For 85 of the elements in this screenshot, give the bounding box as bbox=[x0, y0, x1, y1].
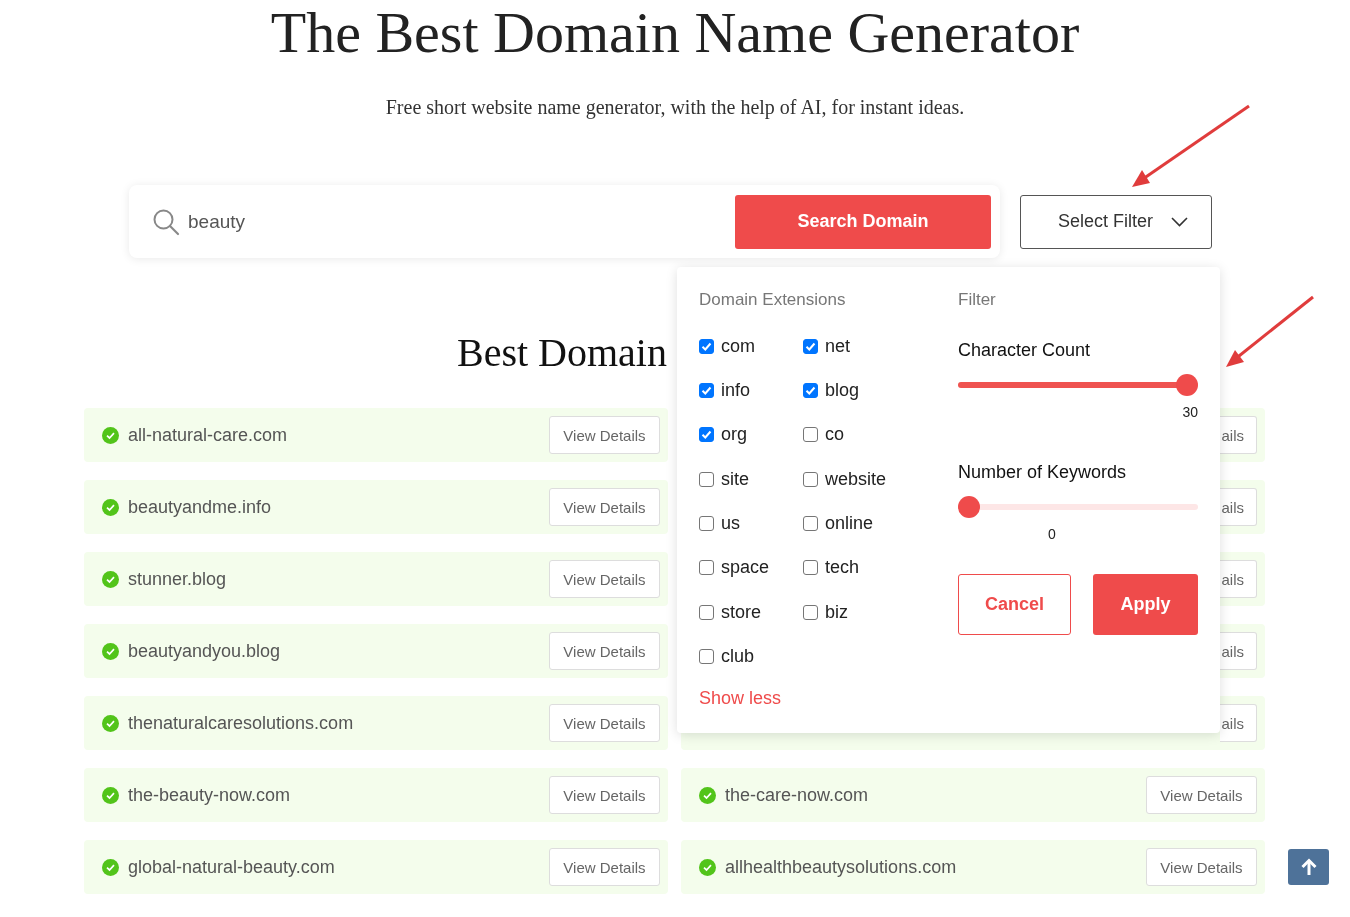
search-icon bbox=[152, 207, 180, 236]
checkbox[interactable] bbox=[803, 516, 818, 532]
page-subtitle: Free short website name generator, with the help of AI, for instant ideas. bbox=[384, 95, 966, 119]
extension-label: net bbox=[825, 335, 851, 357]
checkbox[interactable] bbox=[699, 560, 714, 576]
domain-name: stunner.blog bbox=[128, 568, 228, 590]
checkbox[interactable] bbox=[699, 516, 714, 532]
domain-name: allhealthbeautysolutions.com bbox=[725, 856, 958, 878]
check-circle-icon bbox=[102, 714, 119, 732]
check-circle-icon bbox=[102, 498, 119, 516]
slider[interactable] bbox=[958, 496, 1198, 518]
checkbox[interactable] bbox=[699, 382, 714, 398]
arrow-up-icon bbox=[1300, 858, 1317, 876]
filter-dropdown[interactable]: Select Filter bbox=[1020, 194, 1212, 249]
cancel-button[interactable]: Cancel bbox=[958, 574, 1071, 635]
extension-label: com bbox=[721, 335, 755, 357]
apply-button[interactable]: Apply bbox=[1093, 574, 1198, 635]
checkbox[interactable] bbox=[803, 604, 818, 620]
view-details-button[interactable]: ails bbox=[1220, 704, 1257, 742]
domain-name: all-natural-care.com bbox=[128, 424, 289, 446]
panel-heading: Domain Extensions bbox=[699, 289, 847, 311]
checkbox[interactable] bbox=[803, 427, 818, 443]
domain-name: beautyandme.info bbox=[128, 496, 273, 518]
extension-label: space bbox=[721, 557, 770, 579]
checkbox[interactable] bbox=[699, 649, 714, 665]
view-details-button[interactable]: View Details bbox=[1146, 776, 1257, 814]
domain-name: global-natural-beauty.com bbox=[128, 856, 336, 878]
extension-label: tech bbox=[825, 557, 860, 579]
view-details-button[interactable]: View Details bbox=[549, 416, 660, 454]
page-title: The Best Domain Name Generator bbox=[269, 0, 1081, 66]
slider[interactable] bbox=[958, 374, 1198, 396]
extension-label: website bbox=[825, 468, 887, 490]
checkbox[interactable] bbox=[699, 338, 714, 354]
view-details-button[interactable]: View Details bbox=[549, 560, 660, 598]
checkbox[interactable] bbox=[803, 471, 818, 487]
check-circle-icon bbox=[102, 858, 119, 876]
slider-label: Character Count bbox=[958, 339, 1092, 362]
slider-label: Number of Keywords bbox=[958, 461, 1128, 484]
view-details-button[interactable]: ails bbox=[1220, 416, 1257, 454]
slider-value: 0 bbox=[1048, 526, 1056, 542]
view-details-button[interactable]: ails bbox=[1220, 560, 1257, 598]
view-details-button[interactable]: View Details bbox=[549, 488, 660, 526]
checkbox[interactable] bbox=[803, 382, 818, 398]
domain-name: the-beauty-now.com bbox=[128, 784, 292, 806]
search-field[interactable]: beauty Search Domain bbox=[129, 185, 1000, 258]
extension-label: club bbox=[721, 646, 755, 668]
domain-name: beautyandyou.blog bbox=[128, 640, 282, 662]
extension-label: info bbox=[721, 379, 751, 401]
view-details-button[interactable]: View Details bbox=[549, 704, 660, 742]
panel-heading: Filter bbox=[958, 289, 997, 311]
extension-label: store bbox=[721, 601, 762, 623]
slider-value: 30 bbox=[1182, 404, 1198, 420]
slider-thumb[interactable] bbox=[958, 496, 980, 518]
view-details-button[interactable]: View Details bbox=[549, 632, 660, 670]
checkbox[interactable] bbox=[699, 604, 714, 620]
check-circle-icon bbox=[102, 786, 119, 804]
view-details-button[interactable]: View Details bbox=[549, 848, 660, 886]
domain-name: thenaturalcaresolutions.com bbox=[128, 712, 355, 734]
show-less-link[interactable]: Show less bbox=[699, 687, 782, 709]
scroll-to-top-button[interactable] bbox=[1288, 849, 1329, 885]
extension-label: org bbox=[721, 424, 747, 446]
slider-thumb[interactable] bbox=[1176, 374, 1198, 396]
chevron-icon bbox=[1171, 216, 1188, 227]
search-button[interactable]: Search Domain bbox=[735, 194, 991, 249]
extension-label: online bbox=[825, 513, 874, 535]
section-heading: Best Domain bbox=[457, 330, 667, 376]
check-circle-icon bbox=[102, 426, 119, 444]
extension-label: co bbox=[825, 424, 844, 446]
extension-label: site bbox=[721, 468, 749, 490]
checkbox[interactable] bbox=[699, 427, 714, 443]
extension-label: us bbox=[721, 513, 740, 535]
checkbox[interactable] bbox=[699, 471, 714, 487]
checkbox[interactable] bbox=[803, 560, 818, 576]
view-details-button[interactable]: ails bbox=[1220, 488, 1257, 526]
extension-label: biz bbox=[825, 601, 848, 623]
extension-label: blog bbox=[825, 379, 860, 401]
check-circle-icon bbox=[102, 570, 119, 588]
checkbox[interactable] bbox=[803, 338, 818, 354]
check-circle-icon bbox=[102, 642, 119, 660]
view-details-button[interactable]: ails bbox=[1220, 632, 1257, 670]
view-details-button[interactable]: View Details bbox=[549, 776, 660, 814]
view-details-button[interactable]: View Details bbox=[1146, 848, 1257, 886]
check-circle-icon bbox=[699, 858, 716, 876]
domain-name: the-care-now.com bbox=[725, 784, 870, 806]
check-circle-icon bbox=[699, 786, 716, 804]
